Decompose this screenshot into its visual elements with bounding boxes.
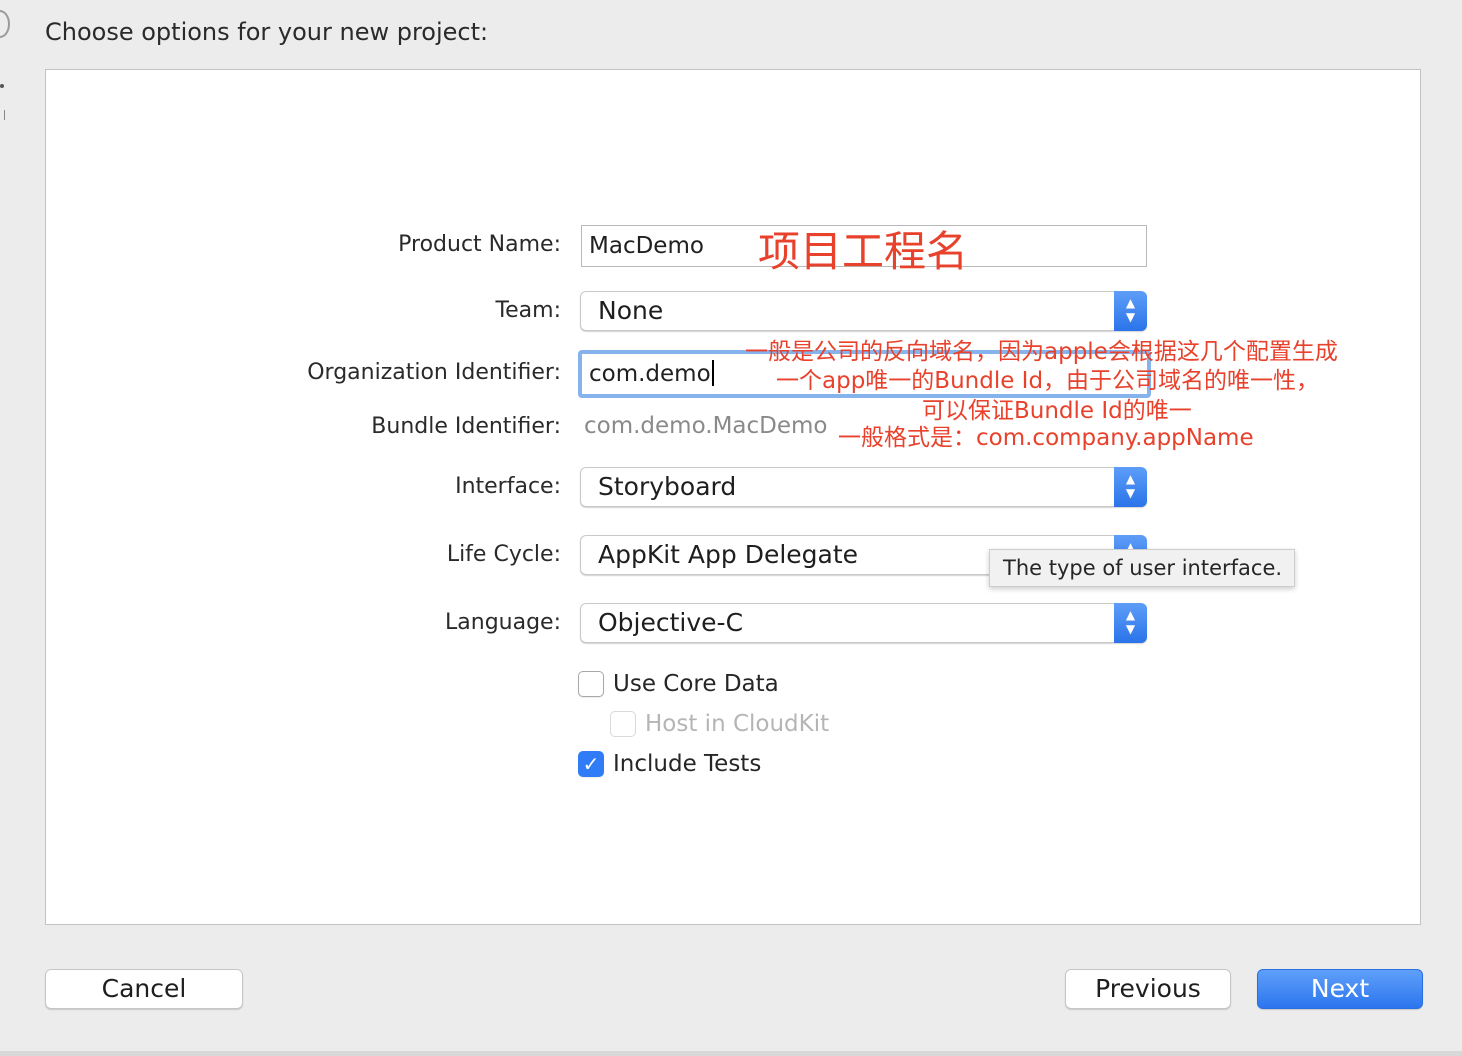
language-value: Objective-C — [598, 608, 744, 637]
host-in-cloudkit-label: Host in CloudKit — [645, 711, 830, 737]
team-label: Team: — [495, 298, 561, 323]
previous-button[interactable]: Previous — [1065, 969, 1231, 1009]
annotation-org-line2: 一个app唯一的Bundle Id，由于公司域名的唯一性， — [776, 368, 1320, 394]
next-button[interactable]: Next — [1257, 969, 1423, 1009]
page-title: Choose options for your new project: — [45, 18, 489, 46]
team-stepper-icon: ▲ ▼ — [1114, 291, 1147, 331]
life-cycle-value: AppKit App Delegate — [598, 540, 859, 569]
host-in-cloudkit-checkbox-row: Host in CloudKit — [610, 711, 829, 737]
bundle-identifier-value: com.demo.MacDemo — [584, 413, 828, 439]
window-edge-decoration — [0, 0, 10, 120]
annotation-product-name: 项目工程名 — [758, 227, 969, 276]
include-tests-label: Include Tests — [613, 751, 762, 777]
organization-identifier-label: Organization Identifier: — [307, 360, 561, 385]
language-popup[interactable]: Objective-C ▲ ▼ — [580, 603, 1147, 643]
include-tests-checkbox-row[interactable]: ✓ Include Tests — [578, 751, 761, 777]
team-popup[interactable]: None ▲ ▼ — [580, 291, 1147, 331]
interface-popup[interactable]: Storyboard ▲ ▼ — [580, 467, 1147, 507]
host-in-cloudkit-checkbox — [610, 711, 636, 737]
life-cycle-label: Life Cycle: — [446, 542, 561, 567]
chevron-up-icon: ▲ — [1125, 608, 1136, 622]
annotation-format: 一般格式是：com.company.appName — [838, 425, 1254, 451]
chevron-down-icon: ▼ — [1125, 622, 1136, 636]
product-name-value: MacDemo — [589, 233, 704, 259]
window-edge-line — [4, 110, 5, 120]
use-core-data-checkbox-row[interactable]: Use Core Data — [578, 671, 779, 697]
interface-stepper-icon: ▲ ▼ — [1114, 467, 1147, 507]
include-tests-checkbox[interactable]: ✓ — [578, 751, 604, 777]
team-value: None — [598, 296, 664, 325]
interface-label: Interface: — [455, 474, 561, 499]
chevron-up-icon: ▲ — [1125, 296, 1136, 310]
use-core-data-checkbox[interactable] — [578, 671, 604, 697]
chevron-down-icon: ▼ — [1125, 486, 1136, 500]
chevron-down-icon: ▼ — [1125, 310, 1136, 324]
language-label: Language: — [445, 610, 561, 635]
use-core-data-label: Use Core Data — [613, 671, 779, 697]
interface-tooltip: The type of user interface. — [989, 549, 1295, 587]
checkmark-icon: ✓ — [582, 752, 600, 776]
cancel-button[interactable]: Cancel — [45, 969, 243, 1009]
product-name-label: Product Name: — [398, 232, 561, 257]
chevron-up-icon: ▲ — [1125, 472, 1136, 486]
window-edge-dot — [0, 84, 4, 88]
text-caret — [711, 360, 714, 386]
language-stepper-icon: ▲ ▼ — [1114, 603, 1147, 643]
window-edge-arc — [0, 10, 10, 38]
window-bottom-border — [0, 1051, 1462, 1056]
organization-identifier-value: com.demo — [589, 361, 711, 387]
interface-value: Storyboard — [598, 472, 737, 501]
bundle-identifier-label: Bundle Identifier: — [371, 414, 561, 439]
